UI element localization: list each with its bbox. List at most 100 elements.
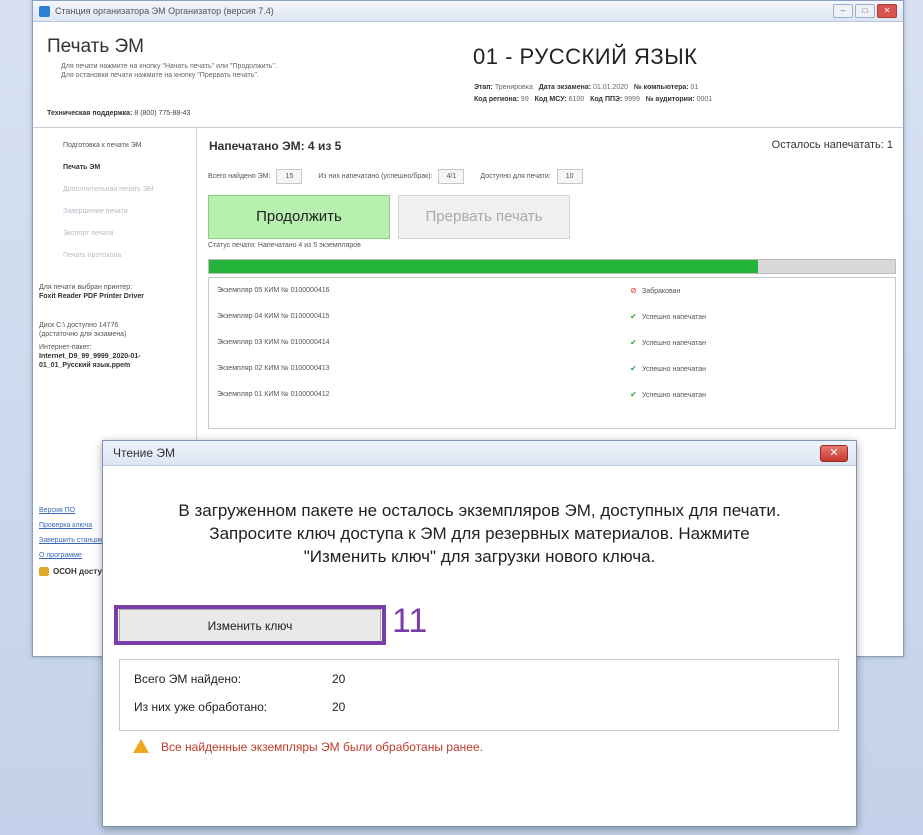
- row-status: ✔ Успешно напечатан: [629, 382, 706, 409]
- checkmark-icon: ✔: [630, 364, 637, 373]
- meta-date-value: 01.01.2020: [593, 84, 629, 91]
- printer-name: Foxit Reader PDF Printer Driver: [39, 293, 145, 300]
- dialog-message-line1: В загруженном пакете не осталось экземпл…: [178, 501, 781, 520]
- disk-info: Диск C:\ доступно 14776 (достаточно для …: [33, 301, 196, 339]
- em-summary-box: Всего ЭМ найдено: 20 Из них уже обработа…: [119, 659, 839, 731]
- page-header: Печать ЭМ Для печати нажмите на кнопку "…: [33, 22, 903, 128]
- processed-label: Из них уже обработано:: [134, 700, 268, 714]
- row-status-text: Успешно напечатан: [642, 392, 706, 399]
- print-list-row: Экземпляр 05 КИМ № 0100000416 ⊘ Забракован: [209, 278, 895, 304]
- page-title: Печать ЭМ: [47, 36, 145, 57]
- print-list-row: Экземпляр 02 КИМ № 0100000413 ✔ Успешно на…: [209, 356, 895, 382]
- meta-region-value: 99: [520, 96, 529, 103]
- continue-button[interactable]: Продолжить: [208, 195, 390, 239]
- package-name: Internet_D9_99_9999_2020-01-01_01_Русски…: [39, 353, 141, 369]
- read-em-dialog: Чтение ЭМ ✕ В загруженном пакете не оста…: [102, 440, 857, 827]
- link-check-key[interactable]: Проверка ключа: [39, 518, 104, 533]
- header-note-line1: Для печати нажмите на кнопку "Начать печ…: [61, 63, 277, 70]
- sidebar-item-extra-print[interactable]: Дополнительная печать ЭМ: [33, 179, 196, 201]
- meta-date-label: Дата экзамена:: [538, 84, 592, 91]
- close-button[interactable]: ✕: [877, 4, 897, 18]
- dialog-title-bar: Чтение ЭМ ✕: [103, 441, 856, 466]
- app-icon: [39, 5, 50, 17]
- dialog-message: В загруженном пакете не осталось экземпл…: [103, 499, 856, 568]
- stat-found-label: Всего найдено ЭМ:: [208, 173, 271, 180]
- meta-stage-value: Тренировка: [494, 84, 533, 91]
- window-controls: – □ ✕: [833, 4, 897, 18]
- print-list-row: Экземпляр 01 КИМ № 0100000412 ✔ Успешно на…: [209, 382, 895, 408]
- window-title: Станция организатора ЭМ Организатор (вер…: [55, 6, 274, 16]
- meta-room-value: 0001: [696, 96, 713, 103]
- stat-available-value: 10: [556, 169, 583, 184]
- stat-found-value: 15: [276, 169, 303, 184]
- row-status: ✔ Успешно напечатан: [629, 356, 706, 383]
- support-label: Техническая поддержка:: [47, 110, 133, 117]
- subject-title: 01 - РУССКИЙ ЯЗЫК: [473, 44, 698, 69]
- support-info: Техническая поддержка: 8 (800) 775-88-43: [47, 110, 190, 117]
- stat-available-label: Доступно для печати:: [480, 173, 551, 180]
- meta-computer-value: 01: [690, 84, 699, 91]
- processed-value: 20: [332, 700, 346, 714]
- link-about[interactable]: О программе: [39, 548, 104, 563]
- warning-icon: [133, 739, 149, 753]
- row-name: Экземпляр 02 КИМ № 0100000413: [217, 365, 330, 372]
- warning-text: Все найденные экземпляры ЭМ были обработ…: [161, 740, 483, 754]
- meta-stage-label: Этап:: [474, 84, 493, 91]
- meta-msu-label: Код МСУ:: [534, 96, 567, 103]
- package-info: Интернет-пакет: Internet_D9_99_9999_2020…: [33, 339, 196, 370]
- stat-printed-label: Из них напечатано (успешно/брак):: [318, 173, 433, 180]
- row-status-text: Успешно напечатан: [642, 340, 706, 347]
- printer-label: Для печати выбран принтер:: [39, 284, 133, 291]
- dialog-close-button[interactable]: ✕: [820, 445, 848, 462]
- minimize-button[interactable]: –: [833, 4, 853, 18]
- maximize-button[interactable]: □: [855, 4, 875, 18]
- support-phone: 8 (800) 775-88-43: [134, 110, 191, 117]
- print-stats: Всего найдено ЭМ: 15 Из них напечатано (…: [208, 169, 597, 184]
- dialog-title: Чтение ЭМ: [113, 446, 175, 460]
- checkmark-icon: ✔: [630, 390, 637, 399]
- dialog-message-line2: Запросите ключ доступа к ЭМ для резервны…: [209, 524, 750, 543]
- meta-room-label: № аудитории:: [645, 96, 695, 103]
- step-number: 11: [392, 602, 428, 640]
- sidebar-links: Версия ПО Проверка ключа Завершить станц…: [39, 503, 104, 563]
- print-status: Статус печати: Напечатано 4 из 5 экземпл…: [208, 242, 361, 249]
- checkmark-icon: ✔: [630, 338, 637, 347]
- print-progress-bar: [208, 259, 896, 274]
- sidebar-item-preparation[interactable]: Подготовка к печати ЭМ: [33, 135, 196, 157]
- row-name: Экземпляр 04 КИМ № 0100000415: [217, 313, 330, 320]
- remaining-count: Осталось напечатать: 1: [771, 139, 893, 151]
- sidebar-item-export[interactable]: Экспорт печати: [33, 223, 196, 245]
- print-list-row: Экземпляр 03 КИМ № 0100000414 ✔ Успешно на…: [209, 330, 895, 356]
- exam-meta: Этап: Тренировка Дата экзамена: 01.01.20…: [474, 82, 712, 106]
- checkmark-icon: ✔: [630, 312, 637, 321]
- link-close-station[interactable]: Завершить станцию: [39, 533, 104, 548]
- sidebar-item-protocol[interactable]: Печать протокола: [33, 245, 196, 267]
- row-status: ⊘ Забракован: [629, 278, 680, 305]
- disk-note: (достаточно для экзамена): [39, 331, 127, 338]
- row-status: ✔ Успешно напечатан: [629, 330, 706, 357]
- disk-label: Диск C:\ доступно 14776: [39, 322, 119, 329]
- dialog-message-line3: "Изменить ключ" для загрузки нового ключ…: [303, 547, 656, 566]
- package-label: Интернет-пакет:: [39, 344, 92, 351]
- sidebar-item-finish[interactable]: Завершение печати: [33, 201, 196, 223]
- error-icon: ⊘: [630, 286, 637, 295]
- row-name: Экземпляр 01 КИМ № 0100000412: [217, 391, 330, 398]
- link-version[interactable]: Версия ПО: [39, 503, 104, 518]
- sidebar-item-print[interactable]: Печать ЭМ: [33, 157, 196, 179]
- warning-message: Все найденные экземпляры ЭМ были обработ…: [133, 739, 483, 754]
- row-status: ✔ Успешно напечатан: [629, 304, 706, 331]
- meta-computer-label: № компьютера:: [633, 84, 689, 91]
- print-progress-fill: [209, 260, 758, 273]
- header-note: Для печати нажмите на кнопку "Начать печ…: [61, 62, 321, 80]
- row-name: Экземпляр 03 КИМ № 0100000414: [217, 339, 330, 346]
- meta-ppe-label: Код ППЭ:: [590, 96, 623, 103]
- print-list-row: Экземпляр 04 КИМ № 0100000415 ✔ Успешно на…: [209, 304, 895, 330]
- header-note-line2: Для остановки печати нажмите на кнопку "…: [61, 72, 259, 79]
- row-name: Экземпляр 05 КИМ № 0100000416: [217, 287, 330, 294]
- meta-region-label: Код региона:: [474, 96, 519, 103]
- interrupt-print-button[interactable]: Прервать печать: [398, 195, 570, 239]
- stat-printed-value: 4/1: [438, 169, 465, 184]
- printer-info: Для печати выбран принтер: Foxit Reader …: [33, 267, 196, 301]
- found-label: Всего ЭМ найдено:: [134, 672, 242, 686]
- found-value: 20: [332, 672, 346, 686]
